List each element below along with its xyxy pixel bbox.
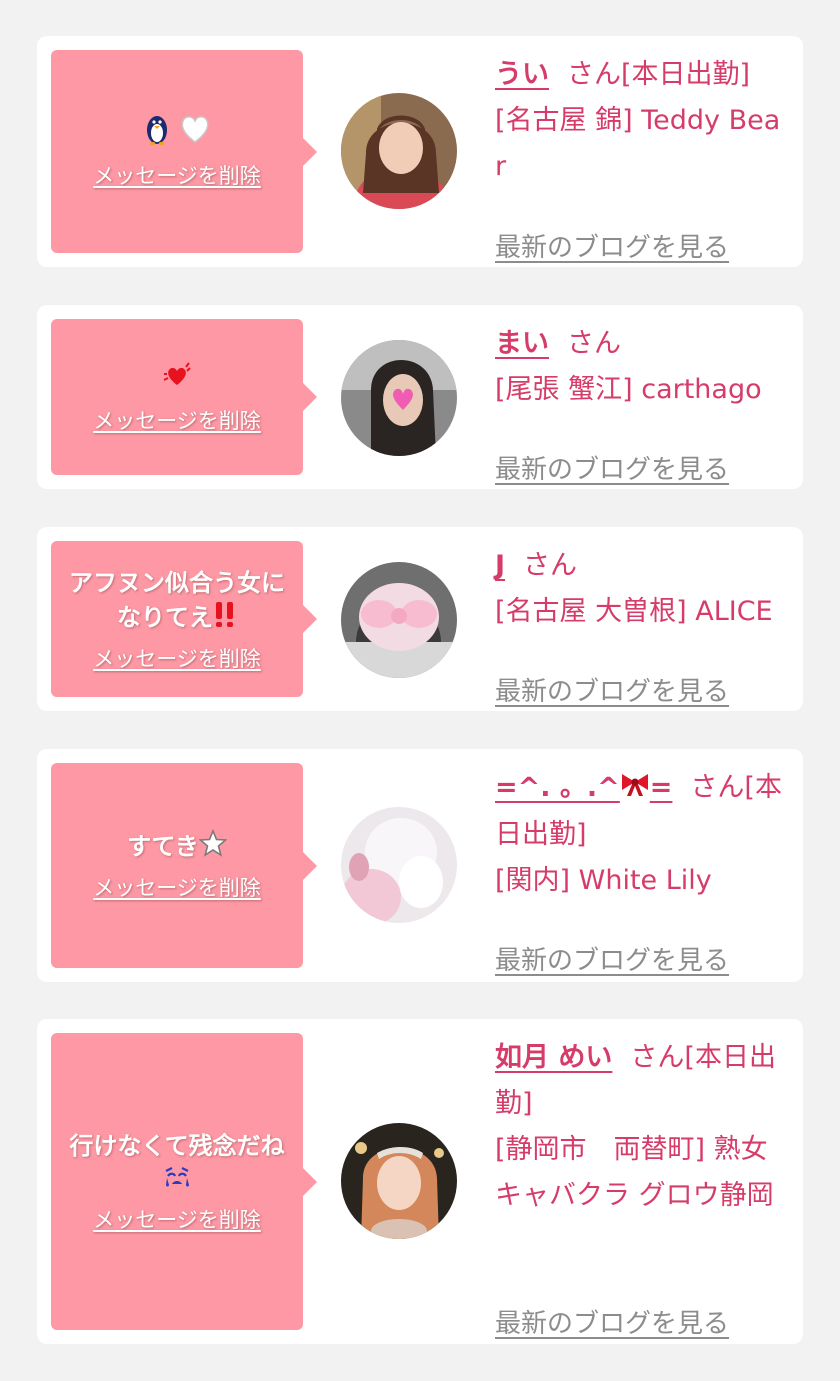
- message-card: メッセージを削除 うい さん[本日出勤] [名古屋 錦] Teddy Bear 最…: [37, 36, 803, 267]
- message-card: すてき メッセージを削除 =^. 。.^ = さん[本日出勤] [関内] Whi…: [37, 749, 803, 982]
- honorific: さん: [690, 772, 745, 803]
- message-text: アフヌン似合う女になりてえ: [63, 566, 291, 637]
- message-text-content: すてき: [127, 832, 199, 861]
- cast-info: J さん [名古屋 大曽根] ALICE 最新のブログを見る: [495, 543, 785, 707]
- honorific: さん: [523, 550, 578, 581]
- star-icon: [198, 828, 228, 866]
- white-heart-icon: [179, 114, 211, 153]
- message-text-content: 行けなくて残念だね: [69, 1131, 285, 1160]
- cast-name-link[interactable]: まい: [495, 328, 549, 359]
- shop-name: [尾張 蟹江] carthago: [495, 374, 762, 405]
- cast-name-link[interactable]: =^. 。.^ =: [495, 772, 672, 803]
- honorific: さん: [630, 1042, 685, 1073]
- shop-name: [静岡市 両替町] 熟女キャバクラ グロウ静岡: [495, 1134, 774, 1211]
- message-text: すてき: [127, 828, 228, 866]
- shop-name: [名古屋 錦] Teddy Bear: [495, 105, 781, 182]
- latest-blog-link[interactable]: 最新のブログを見る: [495, 447, 729, 493]
- beating-heart-icon: [161, 360, 193, 399]
- message-bubble: すてき メッセージを削除: [51, 763, 317, 968]
- message-text: 行けなくて残念だね: [63, 1129, 291, 1199]
- shop-name: [名古屋 大曽根] ALICE: [495, 596, 773, 627]
- message-card: アフヌン似合う女になりてえ メッセージを削除 J さん [名古屋 大曽根] AL…: [37, 527, 803, 711]
- crying-face-icon: [162, 1163, 192, 1198]
- avatar[interactable]: [341, 807, 457, 923]
- cast-info: うい さん[本日出勤] [名古屋 錦] Teddy Bear 最新のブログを見る: [495, 52, 785, 263]
- status-badge: [本日出勤]: [621, 59, 751, 90]
- penguin-icon: [143, 113, 171, 154]
- avatar[interactable]: [341, 1123, 457, 1239]
- ribbon-icon: [620, 766, 650, 812]
- double-exclamation-icon: [213, 600, 237, 637]
- honorific: さん: [567, 59, 621, 90]
- delete-message-link[interactable]: メッセージを削除: [93, 405, 261, 435]
- cast-name-link[interactable]: 如月 めい: [495, 1042, 612, 1073]
- message-card: メッセージを削除 まい さん [尾張 蟹江] carthago 最新のブログを見る: [37, 305, 803, 489]
- delete-message-link[interactable]: メッセージを削除: [93, 872, 261, 902]
- delete-message-link[interactable]: メッセージを削除: [93, 1204, 261, 1234]
- cast-info: まい さん [尾張 蟹江] carthago 最新のブログを見る: [495, 321, 785, 485]
- latest-blog-link[interactable]: 最新のブログを見る: [495, 669, 729, 715]
- cast-name-suffix: =: [649, 772, 673, 803]
- cast-info: =^. 。.^ = さん[本日出勤] [関内] White Lily 最新のブログ…: [495, 765, 785, 976]
- cast-name-link[interactable]: うい: [495, 59, 549, 90]
- message-text-content: アフヌン似合う女になりてえ: [69, 568, 285, 632]
- shop-name: [関内] White Lily: [495, 864, 712, 896]
- delete-message-link[interactable]: メッセージを削除: [93, 160, 261, 190]
- cast-name-text: =^. 。.^: [495, 772, 620, 803]
- message-bubble: アフヌン似合う女になりてえ メッセージを削除: [51, 541, 317, 697]
- avatar[interactable]: [341, 93, 457, 209]
- avatar[interactable]: [341, 340, 457, 456]
- message-bubble: メッセージを削除: [51, 319, 317, 475]
- delete-message-link[interactable]: メッセージを削除: [93, 643, 261, 673]
- avatar[interactable]: [341, 562, 457, 678]
- message-bubble: メッセージを削除: [51, 50, 317, 253]
- latest-blog-link[interactable]: 最新のブログを見る: [495, 1301, 729, 1347]
- message-card: 行けなくて残念だね メッセージを削除 如月 めい さん[本日出勤] [静岡市 両…: [37, 1019, 803, 1344]
- cast-info: 如月 めい さん[本日出勤] [静岡市 両替町] 熟女キャバクラ グロウ静岡 最新…: [495, 1035, 785, 1339]
- message-text: [143, 113, 211, 154]
- message-list: メッセージを削除 うい さん[本日出勤] [名古屋 錦] Teddy Bear 最…: [0, 0, 840, 1381]
- message-bubble: 行けなくて残念だね メッセージを削除: [51, 1033, 317, 1330]
- latest-blog-link[interactable]: 最新のブログを見る: [495, 938, 729, 984]
- cast-name-link[interactable]: J: [495, 550, 505, 581]
- message-text: [161, 360, 193, 399]
- latest-blog-link[interactable]: 最新のブログを見る: [495, 225, 729, 271]
- honorific: さん: [567, 328, 621, 359]
